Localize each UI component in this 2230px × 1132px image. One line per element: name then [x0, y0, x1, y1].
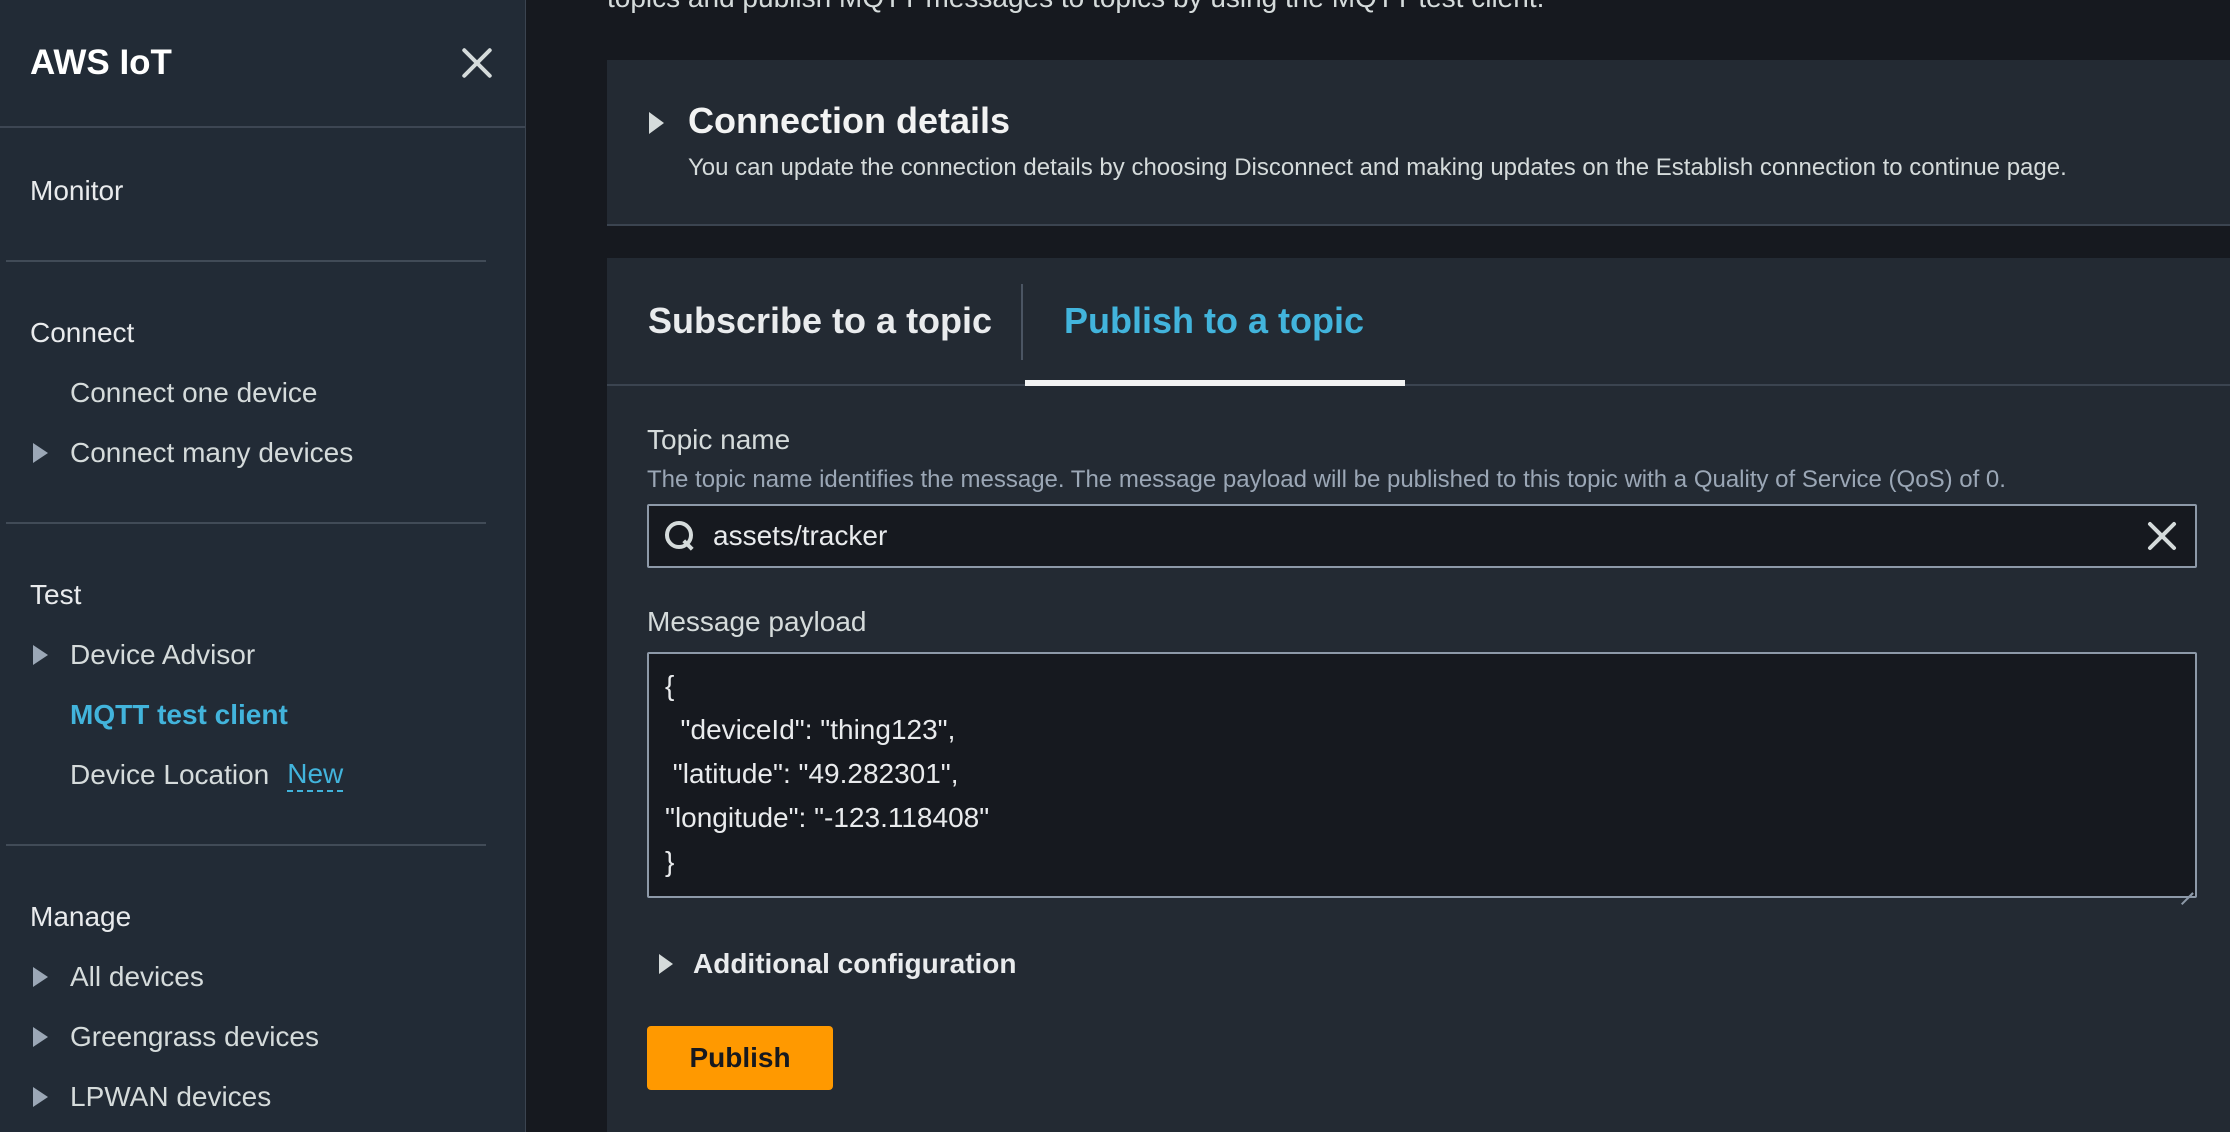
message-payload-label: Message payload: [647, 606, 867, 637]
sidebar-item-label: All devices: [70, 961, 204, 992]
caret-right-icon: [33, 1087, 48, 1107]
additional-configuration-toggle[interactable]: Additional configuration: [647, 948, 1017, 980]
sidebar-item-connect-one-device[interactable]: Connect one device: [70, 377, 318, 409]
caret-right-icon: [33, 443, 48, 463]
sidebar-item-label: MQTT test client: [70, 699, 288, 730]
sidebar-item-device-advisor[interactable]: Device Advisor: [33, 639, 255, 671]
mqtt-client-panel: Subscribe to a topic Publish to a topic …: [607, 258, 2230, 1132]
sidebar-item-connect-many-devices[interactable]: Connect many devices: [33, 437, 353, 469]
sidebar-heading-test: Test: [30, 579, 81, 611]
sidebar: AWS IoT Monitor Connect Connect one devi…: [0, 0, 526, 1132]
tab-separator: [1021, 284, 1023, 360]
caret-right-icon: [659, 954, 673, 974]
sidebar-heading-label: Test: [30, 579, 82, 610]
sidebar-item-label: Connect one device: [70, 377, 318, 408]
topic-name-hint: The topic name identifies the message. T…: [647, 466, 2006, 493]
sidebar-divider: [6, 844, 486, 846]
sidebar-item-label: Monitor: [30, 175, 124, 206]
sidebar-item-label: Device Location: [70, 759, 270, 791]
active-tab-indicator: [1025, 380, 1405, 386]
topic-name-label: Topic name: [647, 424, 791, 455]
message-payload-input[interactable]: [647, 652, 2197, 898]
tab-subscribe[interactable]: Subscribe to a topic: [648, 300, 992, 342]
sidebar-item-lpwan-devices[interactable]: LPWAN devices: [33, 1081, 271, 1113]
sidebar-item-label: Connect many devices: [70, 437, 354, 468]
new-badge[interactable]: New: [287, 758, 344, 792]
sidebar-divider: [6, 522, 486, 524]
sidebar-item-greengrass-devices[interactable]: Greengrass devices: [33, 1021, 319, 1053]
tab-bar: Subscribe to a topic Publish to a topic: [607, 258, 2230, 386]
clear-icon[interactable]: [2145, 519, 2179, 553]
sidebar-item-label: LPWAN devices: [70, 1081, 272, 1112]
additional-configuration-label: Additional configuration: [693, 948, 1017, 979]
connection-details-panel[interactable]: Connection details You can update the co…: [607, 60, 2230, 226]
sidebar-divider: [6, 260, 486, 262]
search-icon: [665, 521, 695, 551]
caret-right-icon: [33, 645, 48, 665]
sidebar-heading-label: Manage: [30, 901, 132, 932]
sidebar-item-device-location[interactable]: Device Location New: [70, 758, 344, 792]
sidebar-item-mqtt-test-client[interactable]: MQTT test client: [70, 699, 288, 731]
caret-right-icon: [33, 1027, 48, 1047]
sidebar-item-label: Greengrass devices: [70, 1021, 320, 1052]
page-description: topics and publish MQTT messages to topi…: [607, 0, 1544, 14]
sidebar-heading-manage: Manage: [30, 901, 131, 933]
connection-details-title[interactable]: Connection details: [688, 100, 1010, 142]
sidebar-title: AWS IoT: [30, 43, 172, 82]
connection-details-description: You can update the connection details by…: [688, 154, 2067, 181]
main-content: topics and publish MQTT messages to topi…: [527, 0, 2230, 1132]
resize-handle-icon[interactable]: [2179, 880, 2193, 894]
sidebar-heading-label: Connect: [30, 317, 135, 348]
tab-publish[interactable]: Publish to a topic: [1064, 300, 1364, 342]
sidebar-item-label: Device Advisor: [70, 639, 256, 670]
topic-name-input[interactable]: [695, 506, 2145, 566]
sidebar-header: AWS IoT: [0, 0, 525, 128]
sidebar-item-monitor[interactable]: Monitor: [30, 175, 123, 207]
caret-right-icon: [33, 967, 48, 987]
sidebar-heading-connect: Connect: [30, 317, 134, 349]
sidebar-item-all-devices[interactable]: All devices: [33, 961, 204, 993]
close-icon[interactable]: [459, 45, 495, 81]
publish-button[interactable]: Publish: [647, 1026, 833, 1090]
topic-name-field[interactable]: [647, 504, 2197, 568]
caret-right-icon: [649, 112, 664, 134]
